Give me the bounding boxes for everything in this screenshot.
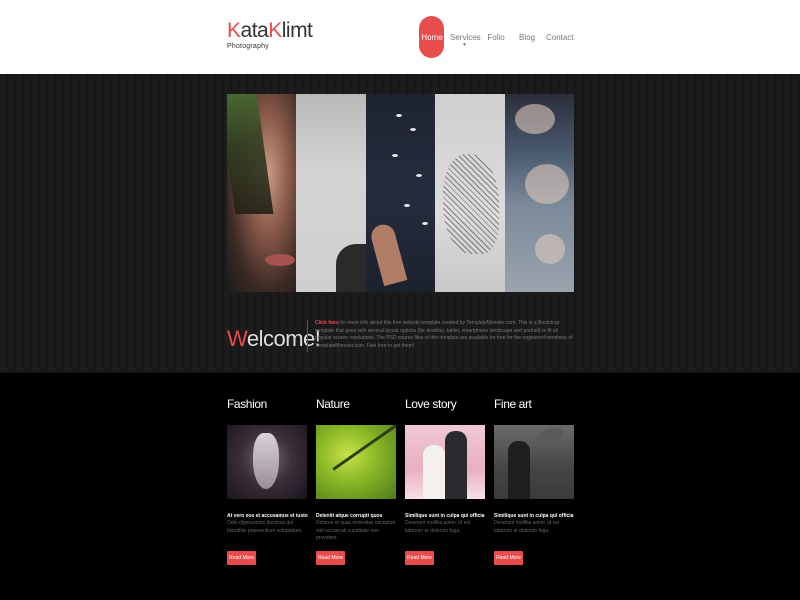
lips-shape: [265, 254, 295, 266]
feather: [395, 114, 402, 117]
face-shape: [253, 433, 279, 489]
feather: [409, 128, 416, 131]
column-love-story: Love story Similique sunt in culpa qui o…: [405, 397, 486, 565]
column-nature: Nature Deleniti atque corrupti quos Dolo…: [316, 397, 397, 565]
nav-item-contact[interactable]: Contact: [546, 16, 574, 60]
welcome-text: Click here for more info about this free…: [315, 320, 575, 350]
hand-shape: [368, 221, 408, 287]
content-section: Fashion At vero eos et accusamus et iust…: [0, 372, 800, 600]
column-fashion: Fashion At vero eos et accusamus et iust…: [227, 397, 308, 565]
mesh-shape: [443, 154, 500, 254]
nav-item-services[interactable]: Services ▼: [450, 16, 481, 60]
logo-tagline: Photography: [227, 43, 269, 50]
slider-panel-veil: [435, 94, 505, 292]
slider-panel-smoke: [504, 94, 574, 292]
welcome-initial: W: [227, 326, 247, 351]
slider-panel-grey: [296, 94, 366, 292]
slider-panel-woman: [227, 94, 297, 292]
nav-services-label: Services: [450, 33, 481, 42]
header: KataKlimt Photography Home Services ▼ Fo…: [0, 0, 800, 74]
fine-art-image[interactable]: [494, 425, 574, 499]
logo-first-initial: K: [227, 19, 241, 42]
nav-item-home[interactable]: Home: [419, 16, 444, 60]
cloud: [524, 164, 569, 204]
fashion-image[interactable]: [227, 425, 307, 499]
column-text: Deserunt mollitia animi, id est laborum …: [494, 520, 560, 534]
feather: [415, 174, 422, 177]
column-text: Odio dignissimos ducimus qui blanditiis …: [227, 520, 303, 534]
cloud: [514, 104, 555, 134]
divider: [307, 320, 308, 352]
logo[interactable]: KataKlimt Photography: [227, 19, 313, 51]
nav-item-blog[interactable]: Blog: [519, 16, 535, 60]
logo-second-initial: K: [268, 19, 282, 42]
nav-item-folio[interactable]: Folio: [487, 16, 505, 60]
cloth-shape: [336, 244, 366, 292]
logo-first-rest: ata: [240, 19, 269, 42]
hair-shape: [227, 94, 274, 214]
read-more-button[interactable]: Read More: [494, 551, 523, 565]
cloud: [534, 234, 565, 264]
read-more-button[interactable]: Read More: [227, 551, 256, 565]
welcome-rest: elcome!: [246, 326, 321, 351]
column-subtitle: Deleniti atque corrupti quos: [316, 513, 383, 519]
column-subtitle: Similique sunt in culpa qui officia: [405, 513, 485, 519]
feather: [421, 222, 428, 225]
column-subtitle: Similique sunt in culpa qui officia: [494, 513, 574, 519]
nav-blog-label: Blog: [519, 33, 536, 42]
logo-second-rest: limt: [281, 19, 313, 42]
bride-shape: [423, 445, 445, 499]
column-text: Deserunt mollitia animi, id est laborum …: [405, 520, 471, 534]
column-subtitle: At vero eos et accusamus et iusto: [227, 513, 308, 519]
image-slider[interactable]: [227, 94, 574, 292]
blade-shape: [332, 425, 396, 471]
feather: [391, 154, 398, 157]
figure-shape: [534, 425, 566, 448]
read-more-button[interactable]: Read More: [316, 551, 345, 565]
welcome-body: for more info about this free website te…: [315, 320, 573, 349]
chevron-down-icon: ▼: [462, 42, 467, 48]
groom-shape: [445, 431, 467, 499]
nav-home-label: Home: [421, 33, 443, 42]
column-title: Love story: [405, 397, 457, 411]
nav-folio-label: Folio: [487, 33, 505, 42]
slider-panel-feathers: [365, 94, 436, 292]
hero-section: Welcome! Click here for more info about …: [0, 74, 800, 372]
nav-contact-label: Contact: [546, 33, 574, 42]
column-fine-art: Fine art Similique sunt in culpa qui off…: [494, 397, 575, 565]
read-more-button[interactable]: Read More: [405, 551, 434, 565]
column-text: Dolores et quas molestias excepturi sint…: [316, 520, 396, 541]
logo-text: KataKlimt: [227, 19, 313, 42]
column-title: Fine art: [494, 397, 532, 411]
nature-image[interactable]: [316, 425, 396, 499]
love-story-image[interactable]: [405, 425, 485, 499]
column-title: Nature: [316, 397, 350, 411]
column-title: Fashion: [227, 397, 267, 411]
click-here-link[interactable]: Click here: [315, 320, 339, 326]
feather: [403, 204, 410, 207]
man-shape: [508, 441, 530, 499]
